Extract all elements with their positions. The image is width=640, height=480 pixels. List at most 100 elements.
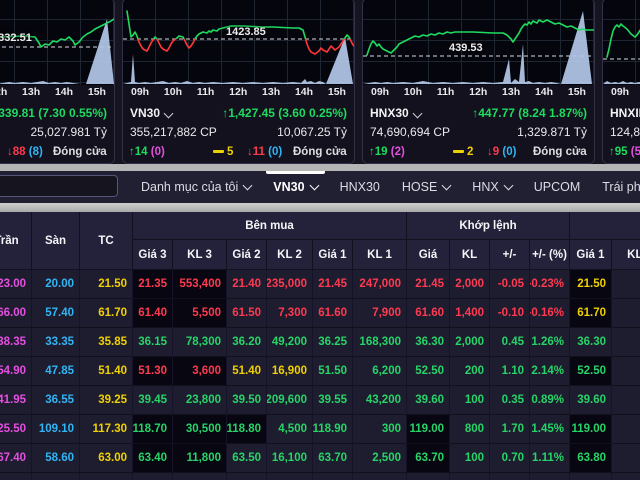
cell-reference[interactable]: 117.30 [80, 415, 133, 444]
header-change-pct[interactable]: +/- (%) [530, 240, 570, 270]
header-bid-price1[interactable]: Giá 1 [313, 240, 353, 270]
cell-bid-price1[interactable]: 21.45 [313, 270, 353, 299]
vn30-name[interactable]: VN30 [130, 103, 174, 124]
cell-change-pct[interactable]: 1.11% [530, 444, 570, 473]
cell-ask-price1[interactable]: 52.50 [570, 357, 612, 386]
cell-reference[interactable]: 39.25 [80, 386, 133, 415]
cell-bid-vol1[interactable]: 7,900 [353, 299, 407, 328]
cell-bid-vol2[interactable]: 16,900 [267, 357, 313, 386]
cell-bid-vol1[interactable]: 43,200 [353, 386, 407, 415]
cell-bid-price2[interactable]: 36.20 [227, 328, 267, 357]
cell-bid-vol3[interactable]: 30,500 [173, 415, 227, 444]
cell-ceiling[interactable]: 23.00 [0, 270, 32, 299]
cell-matched-vol[interactable]: 2,000 [450, 270, 490, 299]
cell-floor[interactable]: 109.10 [32, 415, 80, 444]
cell-ask-vol1[interactable]: 863, [612, 328, 640, 357]
cell-matched-price[interactable]: 36.30 [407, 328, 450, 357]
cell-bid-price2[interactable]: 63.50 [227, 444, 267, 473]
cell-change[interactable]: -0.10 [490, 299, 530, 328]
cell-change-pct[interactable]: 2.14% [530, 357, 570, 386]
cell-bid-price1[interactable]: 63.70 [313, 444, 353, 473]
header-bid-vol2[interactable]: KL 2 [267, 240, 313, 270]
header-bid-vol3[interactable]: KL 3 [173, 240, 227, 270]
cell-matched-vol[interactable]: 1,400 [450, 299, 490, 328]
cell-reference[interactable]: 63.00 [80, 444, 133, 473]
cell-matched-price[interactable]: 21.45 [407, 270, 450, 299]
tab-danh-mục-của-tôi[interactable]: Danh mục của tôi [130, 171, 262, 203]
symbol-search-input[interactable] [0, 175, 118, 197]
header-ask-price1[interactable]: Giá 1 [570, 240, 612, 270]
tab-hnx30[interactable]: HNX30 [329, 171, 391, 203]
cell-ceiling[interactable]: 67.40 [0, 444, 32, 473]
cell-matched-vol[interactable]: 800 [450, 415, 490, 444]
index-panel-vnindex[interactable]: 1,332.51 09h10h11h12h13h14h15h 1,339.81 … [0, 0, 115, 164]
cell-bid-price2[interactable]: 51.40 [227, 357, 267, 386]
header-ask-vol1[interactable]: KL 1 [612, 240, 640, 270]
header-matched-price[interactable]: Giá [407, 240, 450, 270]
cell-bid-vol1[interactable]: 2,500 [353, 444, 407, 473]
cell-reference[interactable]: 35.85 [80, 328, 133, 357]
cell-ceiling[interactable]: 38.35 [0, 328, 32, 357]
header-bid-price2[interactable]: Giá 2 [227, 240, 267, 270]
cell-ask-price1[interactable]: 21.50 [570, 270, 612, 299]
cell-bid-vol2[interactable]: 4,500 [267, 415, 313, 444]
cell-ask-price1[interactable]: 39.60 [570, 386, 612, 415]
cell-ceiling[interactable]: 41.95 [0, 386, 32, 415]
cell-matched-price[interactable]: 63.70 [407, 444, 450, 473]
cell-reference[interactable]: 51.40 [80, 357, 133, 386]
cell-bid-vol2[interactable]: 49,200 [267, 328, 313, 357]
cell-bid-price3[interactable]: 21.35 [133, 270, 173, 299]
cell-ask-price1[interactable]: 119.00 [570, 415, 612, 444]
cell-bid-price3[interactable]: 39.45 [133, 386, 173, 415]
cell-matched-price[interactable]: 61.60 [407, 299, 450, 328]
hnxindex-name[interactable]: HNXINDEX [610, 103, 640, 124]
cell-bid-price1[interactable]: 39.55 [313, 386, 353, 415]
cell-bid-vol1[interactable]: 247,000 [353, 270, 407, 299]
cell-bid-vol3[interactable]: 553,400 [173, 270, 227, 299]
header-ceiling[interactable]: Trần [0, 212, 32, 270]
cell-ceiling[interactable]: 66.00 [0, 299, 32, 328]
cell-ask-price1[interactable]: 63.80 [570, 444, 612, 473]
cell-bid-price1[interactable]: 36.25 [313, 328, 353, 357]
cell-bid-vol1[interactable]: 300 [353, 415, 407, 444]
cell-change-pct[interactable]: 1.45% [530, 415, 570, 444]
index-panel-hnxindex[interactable]: 09h10h11h12h13h14h15h HNXINDEX 124,888, … [602, 0, 640, 164]
cell-bid-vol3[interactable]: 3,600 [173, 357, 227, 386]
cell-bid-price2[interactable]: 61.50 [227, 299, 267, 328]
header-bid-vol1[interactable]: KL 1 [353, 240, 407, 270]
cell-bid-price3[interactable]: 63.40 [133, 444, 173, 473]
cell-change-pct[interactable]: -0.23% [530, 270, 570, 299]
cell-change[interactable]: 0.35 [490, 386, 530, 415]
index-panel-hnx30[interactable]: 439.53 09h 10h 11h 12h 13h 14h 15h HNX30 ↑447.… [362, 0, 595, 164]
cell-change-pct[interactable]: 1.26% [530, 328, 570, 357]
header-reference[interactable]: TC [80, 212, 133, 270]
cell-bid-price3[interactable]: 61.40 [133, 299, 173, 328]
cell-floor[interactable]: 57.40 [32, 299, 80, 328]
cell-bid-vol2[interactable]: 7,300 [267, 299, 313, 328]
cell-bid-vol3[interactable]: 78,300 [173, 328, 227, 357]
header-change[interactable]: +/- [490, 240, 530, 270]
cell-bid-price1[interactable]: 51.50 [313, 357, 353, 386]
cell-matched-vol[interactable]: 100 [450, 386, 490, 415]
cell-matched-price[interactable]: 39.60 [407, 386, 450, 415]
cell-bid-price2[interactable]: 118.80 [227, 415, 267, 444]
index-panel-vn30[interactable]: 1423.85 09h 10h 11h 12h 13h 14h 15h VN30 ↑1,42… [122, 0, 355, 164]
cell-change-pct[interactable]: -0.16% [530, 299, 570, 328]
cell-reference[interactable]: 61.70 [80, 299, 133, 328]
cell-matched-price[interactable]: 52.50 [407, 357, 450, 386]
cell-ask-price1[interactable]: 36.30 [570, 328, 612, 357]
cell-floor[interactable]: 20.00 [32, 270, 80, 299]
cell-bid-price3[interactable]: 118.70 [133, 415, 173, 444]
cell-floor[interactable]: 47.85 [32, 357, 80, 386]
cell-matched-vol[interactable]: 2,000 [450, 328, 490, 357]
cell-change[interactable]: 1.70 [490, 415, 530, 444]
cell-ask-vol1[interactable]: 81, [612, 386, 640, 415]
cell-bid-vol3[interactable]: 11,800 [173, 444, 227, 473]
cell-bid-vol1[interactable]: 168,300 [353, 328, 407, 357]
tab-vn30[interactable]: VN30 [262, 171, 328, 203]
cell-bid-vol2[interactable]: 16,100 [267, 444, 313, 473]
cell-ask-vol1[interactable]: 231, [612, 270, 640, 299]
cell-bid-vol3[interactable]: 23,800 [173, 386, 227, 415]
cell-bid-vol1[interactable]: 6,200 [353, 357, 407, 386]
tab-hnx[interactable]: HNX [461, 171, 522, 203]
